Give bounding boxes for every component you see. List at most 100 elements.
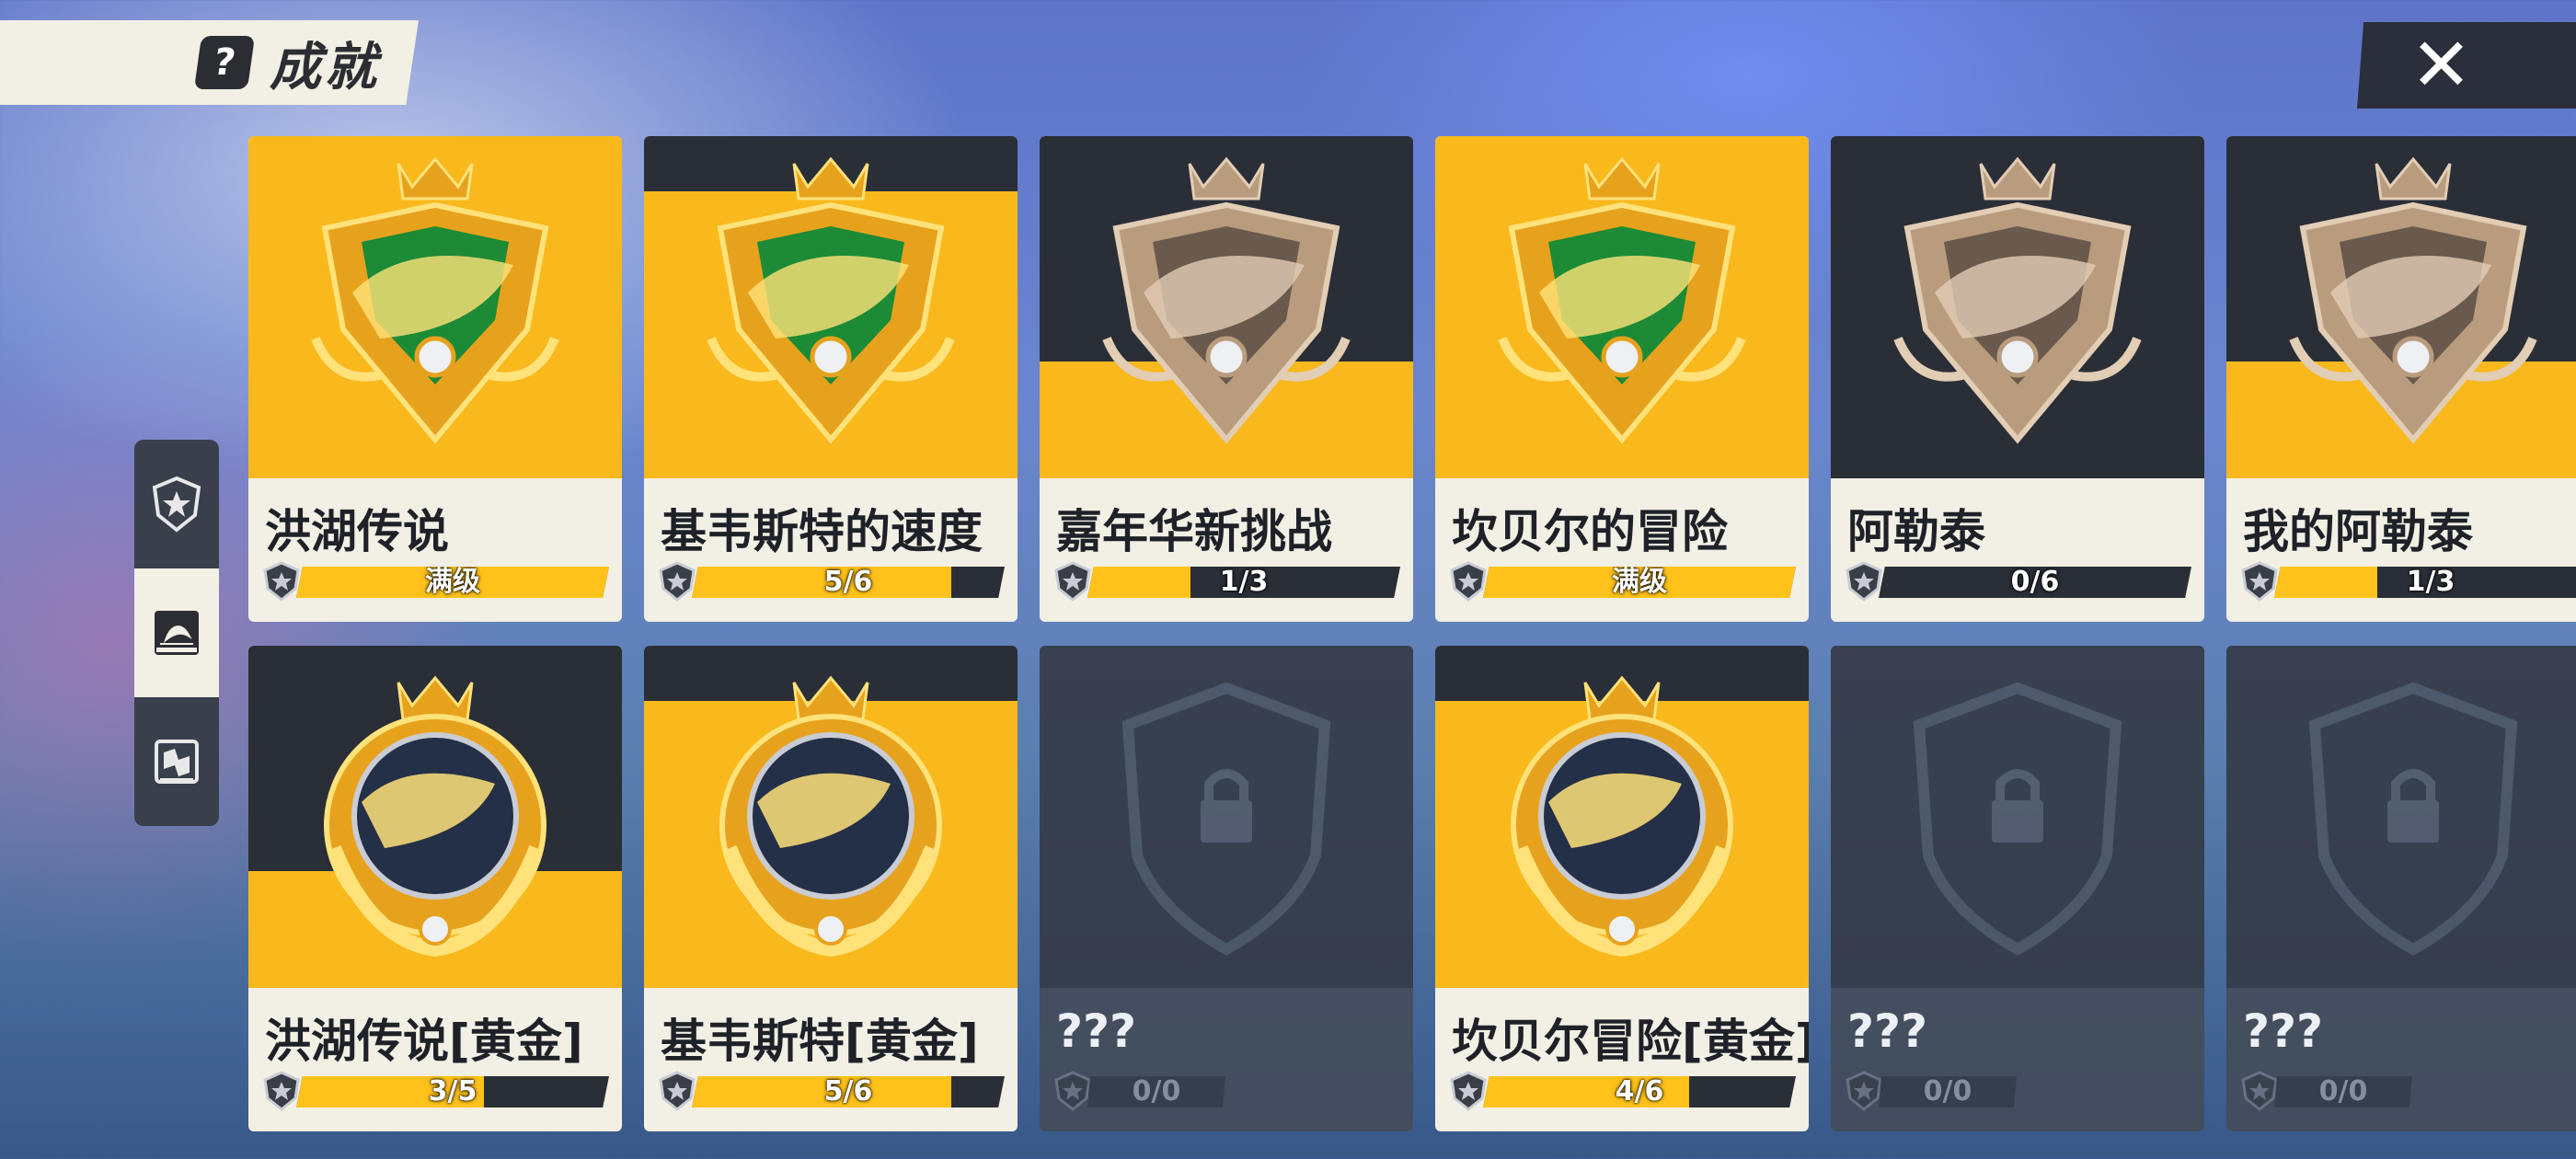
achievement-name: 嘉年华新挑战 — [1056, 505, 1332, 558]
progress-text: 1/3 — [2406, 566, 2455, 598]
progress-bar: 0/6 — [1879, 567, 2191, 598]
progress-bar: 1/3 — [2274, 567, 2576, 598]
question-icon[interactable]: ? — [193, 36, 256, 89]
progress-text: 满级 — [1612, 566, 1667, 598]
lock-shield-icon — [2308, 682, 2518, 956]
achievement-card[interactable]: 阿勒泰 0/6 — [1831, 136, 2204, 622]
progress-bar: 满级 — [296, 567, 609, 598]
progress-row: 1/3 — [1052, 561, 1404, 602]
achievement-card[interactable]: ??? 0/0 — [2226, 646, 2576, 1131]
rank-badge-icon — [1054, 561, 1091, 602]
achievement-name: 洪湖传说[黄金] — [265, 1015, 583, 1068]
achievement-card[interactable]: 基韦斯特[黄金] 5/6 — [644, 646, 1018, 1131]
achievement-art — [1831, 136, 2204, 478]
tab-location-records[interactable] — [134, 697, 219, 826]
achievement-card[interactable]: 嘉年华新挑战 1/3 — [1040, 136, 1413, 622]
lock-shield-icon — [1913, 682, 2122, 956]
progress-row: 满级 — [1448, 561, 1800, 602]
achievement-card[interactable]: 洪湖传说[黄金] 3/5 — [248, 646, 622, 1131]
achievement-art — [1040, 136, 1413, 478]
lock-shield-icon — [1121, 682, 1331, 956]
achievement-card[interactable]: 坎贝尔冒险[黄金] 4/6 — [1435, 646, 1809, 1131]
rank-badge-icon — [1450, 561, 1487, 602]
achievement-art — [248, 646, 622, 988]
page-title: 成就 — [270, 37, 380, 98]
progress-row: 0/0 — [1844, 1071, 2195, 1111]
progress-text: 0/0 — [1132, 1075, 1181, 1107]
progress-text: 0/6 — [2010, 566, 2060, 598]
rank-badge-icon — [2241, 1071, 2278, 1111]
map-book-icon — [155, 740, 199, 784]
progress-bar: 3/5 — [296, 1076, 609, 1107]
progress-text: 1/3 — [1219, 566, 1269, 598]
progress-row: 0/0 — [1052, 1071, 1404, 1111]
rank-badge-icon — [1846, 1071, 1882, 1111]
achievement-name: 阿勒泰 — [1847, 505, 1985, 558]
star-shield-icon — [152, 476, 201, 533]
bronze-shield-medal-icon — [1893, 156, 2142, 444]
side-tab-bar — [134, 440, 219, 826]
fish-book-icon — [155, 611, 199, 655]
achievement-card[interactable]: 洪湖传说 满级 — [248, 136, 622, 622]
progress-row: 4/6 — [1448, 1071, 1800, 1111]
progress-text: 5/6 — [823, 566, 873, 598]
rank-badge-icon — [659, 1071, 696, 1111]
progress-text: 0/0 — [1923, 1075, 1972, 1107]
progress-row: 1/3 — [2239, 561, 2576, 602]
achievement-card[interactable]: 我的阿勒泰 1/3 — [2226, 136, 2576, 622]
achievement-art — [644, 136, 1018, 478]
achievement-art — [2226, 136, 2576, 478]
achievement-name: 我的阿勒泰 — [2243, 505, 2473, 558]
achievement-art — [1435, 646, 1809, 988]
progress-row: 满级 — [261, 561, 613, 602]
tab-fish-achievements[interactable] — [134, 568, 219, 697]
achievement-card[interactable]: 坎贝尔的冒险 满级 — [1435, 136, 1809, 622]
achievement-name: 坎贝尔的冒险 — [1452, 505, 1728, 558]
gold-shield-medal-icon — [311, 156, 559, 444]
gold-shield-medal-icon — [707, 156, 955, 444]
progress-bar: 4/6 — [1483, 1076, 1796, 1107]
progress-row: 5/6 — [657, 1071, 1008, 1111]
gold-wreath-medal-icon — [719, 675, 942, 958]
achievement-name: ??? — [1056, 1004, 1137, 1058]
rank-badge-icon — [1846, 561, 1882, 602]
rank-badge-icon — [659, 561, 696, 602]
achievement-art — [248, 136, 622, 478]
gold-shield-medal-icon — [1498, 156, 1746, 444]
gold-wreath-medal-icon — [324, 675, 546, 958]
achievement-card[interactable]: 基韦斯特的速度 5/6 — [644, 136, 1018, 622]
achievement-name: 洪湖传说 — [265, 505, 449, 558]
progress-bar: 0/0 — [2274, 1076, 2412, 1107]
rank-badge-icon — [1054, 1071, 1091, 1111]
progress-bar: 满级 — [1483, 567, 1796, 598]
achievement-art — [644, 646, 1018, 988]
rank-badge-icon — [2241, 561, 2278, 602]
progress-bar: 0/0 — [1087, 1076, 1225, 1107]
achievement-name: 基韦斯特[黄金] — [661, 1015, 979, 1068]
progress-text: 0/0 — [2318, 1075, 2368, 1107]
progress-bar: 0/0 — [1879, 1076, 2017, 1107]
bronze-shield-medal-icon — [1102, 156, 1351, 444]
gold-wreath-medal-icon — [1511, 675, 1733, 958]
progress-row: 0/6 — [1844, 561, 2195, 602]
achievement-name: 坎贝尔冒险[黄金] — [1452, 1015, 1809, 1068]
close-button[interactable]: ✕ — [2357, 22, 2576, 109]
achievement-card[interactable]: ??? 0/0 — [1040, 646, 1413, 1131]
progress-text: 4/6 — [1615, 1075, 1664, 1107]
progress-row: 5/6 — [657, 561, 1008, 602]
close-icon: ✕ — [2410, 22, 2473, 108]
achievement-art — [1831, 646, 2204, 988]
progress-bar: 5/6 — [692, 567, 1005, 598]
achievement-art — [2226, 646, 2576, 988]
progress-row: 0/0 — [2239, 1071, 2576, 1111]
tab-medals[interactable] — [134, 440, 219, 568]
achievement-art — [1435, 136, 1809, 478]
header-title-tab: ? 成就 — [0, 20, 419, 105]
bronze-shield-medal-icon — [2289, 156, 2537, 444]
achievement-card[interactable]: ??? 0/0 — [1831, 646, 2204, 1131]
progress-row: 3/5 — [261, 1071, 613, 1111]
achievement-name: ??? — [1847, 1004, 1928, 1058]
progress-text: 满级 — [425, 566, 480, 598]
achievement-name: 基韦斯特的速度 — [661, 505, 983, 558]
progress-bar: 1/3 — [1087, 567, 1400, 598]
